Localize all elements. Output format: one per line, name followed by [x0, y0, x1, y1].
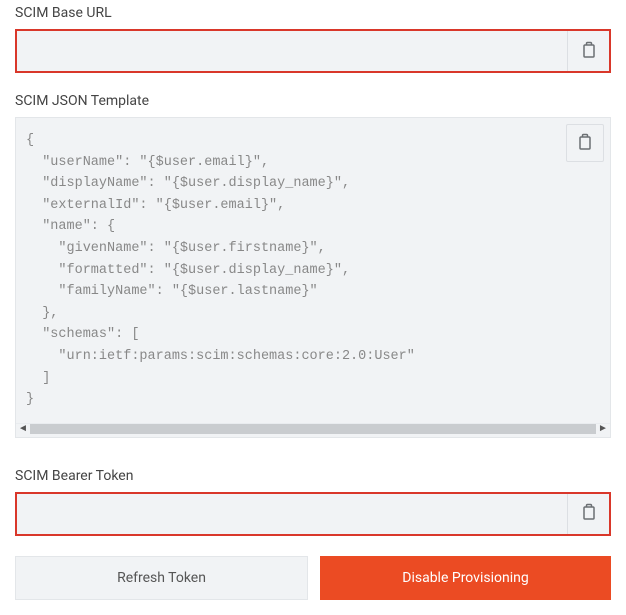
scroll-right-arrow-icon: ► [598, 424, 608, 434]
scim-bearer-token-field [15, 492, 611, 536]
refresh-token-button[interactable]: Refresh Token [15, 556, 308, 600]
clipboard-icon [581, 503, 597, 524]
scim-base-url-label: SCIM Base URL [15, 5, 611, 21]
action-button-row: Refresh Token Disable Provisioning [15, 556, 611, 600]
scim-json-template-box: { "userName": "{$user.email}", "displayN… [15, 117, 611, 438]
horizontal-scrollbar[interactable]: ◄ ► [16, 423, 610, 437]
copy-bearer-token-button[interactable] [567, 494, 609, 534]
scim-base-url-field [15, 29, 611, 73]
copy-base-url-button[interactable] [567, 31, 609, 71]
scrollbar-track [30, 424, 596, 434]
copy-json-template-button[interactable] [566, 124, 604, 162]
scroll-left-arrow-icon: ◄ [18, 424, 28, 434]
scim-json-template-label: SCIM JSON Template [15, 93, 611, 109]
scim-json-template-content[interactable]: { "userName": "{$user.email}", "displayN… [16, 118, 610, 423]
disable-provisioning-button[interactable]: Disable Provisioning [320, 556, 611, 600]
scim-bearer-token-input[interactable] [17, 494, 567, 534]
clipboard-icon [577, 133, 593, 154]
scim-bearer-token-label: SCIM Bearer Token [15, 468, 611, 484]
scim-base-url-input[interactable] [17, 31, 567, 71]
clipboard-icon [581, 41, 597, 62]
